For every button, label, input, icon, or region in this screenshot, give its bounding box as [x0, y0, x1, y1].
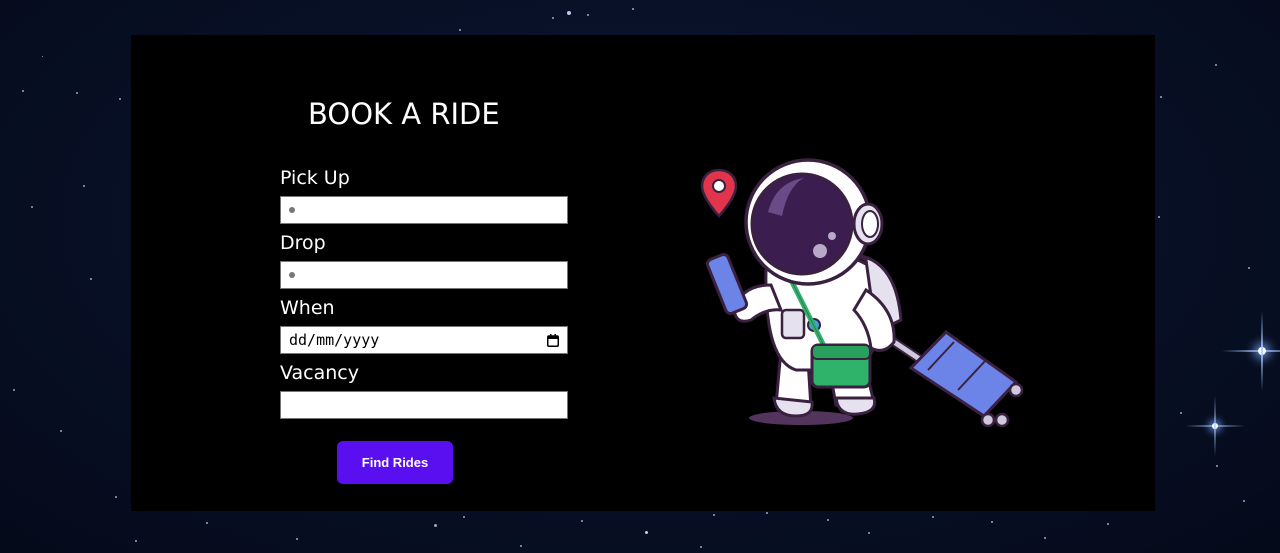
drop-label: Drop — [280, 232, 326, 254]
date-placeholder: dd/mm/yyyy — [289, 331, 380, 349]
location-pin-icon — [700, 168, 738, 218]
find-rides-button[interactable]: Find Rides — [337, 441, 453, 484]
pickup-label: Pick Up — [280, 167, 350, 189]
pickup-marker-dot — [289, 207, 295, 213]
calendar-icon[interactable] — [547, 333, 559, 347]
when-label: When — [280, 297, 335, 319]
drop-input[interactable] — [280, 261, 568, 289]
vacancy-input[interactable] — [280, 391, 568, 419]
when-date-input[interactable]: dd/mm/yyyy — [280, 326, 568, 354]
drop-marker-dot — [289, 272, 295, 278]
astronaut-illustration — [700, 158, 1024, 428]
booking-panel: BOOK A RIDE Pick Up Drop When dd/mm/yyyy… — [131, 35, 1155, 511]
page-title: BOOK A RIDE — [308, 97, 500, 131]
vacancy-label: Vacancy — [280, 362, 359, 384]
pickup-input[interactable] — [280, 196, 568, 224]
phone-icon — [705, 252, 749, 316]
